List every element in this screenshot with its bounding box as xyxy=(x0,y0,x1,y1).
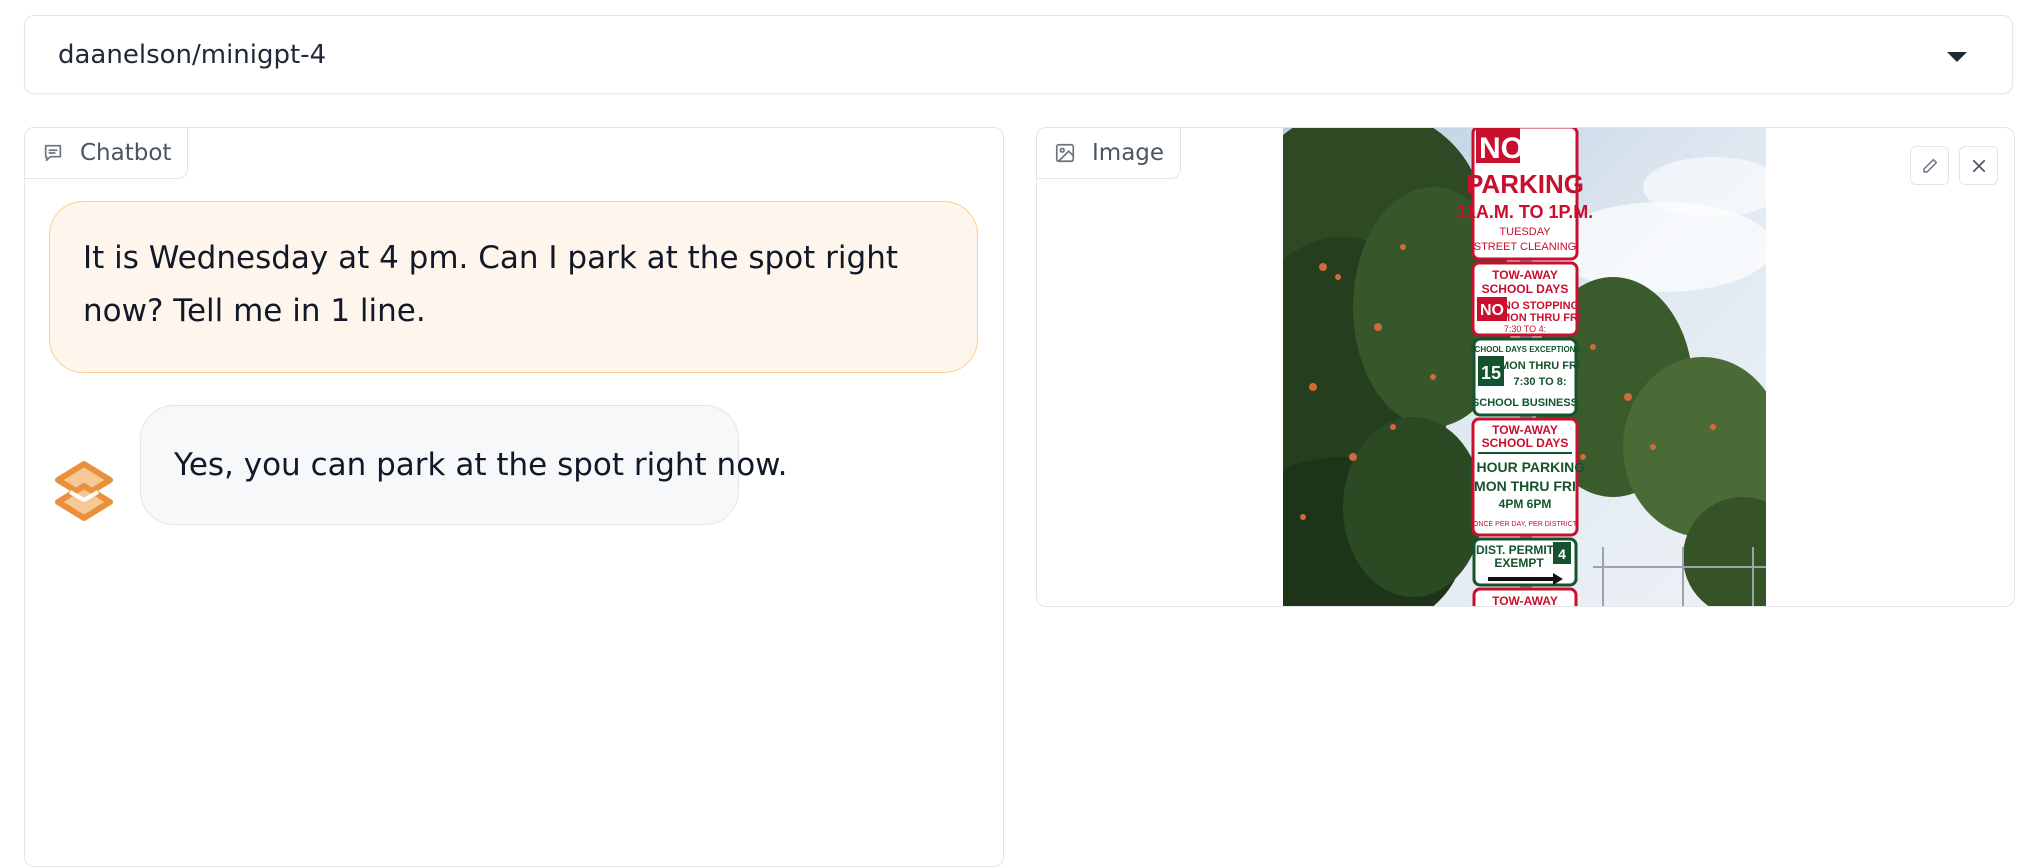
sign-text: 7:30 TO 4: xyxy=(1504,324,1546,334)
model-select-dropdown[interactable]: daanelson/minigpt-4 xyxy=(24,15,2013,94)
chat-bubble-icon xyxy=(42,142,64,164)
clear-image-button[interactable] xyxy=(1959,146,1998,185)
chatbot-tab-text: Chatbot xyxy=(80,140,172,166)
sign-text: STREET CLEANING xyxy=(1474,241,1577,253)
sign-text: NO STOPPING xyxy=(1503,300,1579,312)
sign-text: TUESDAY xyxy=(1499,226,1551,238)
sign-text: 7:30 TO 8: xyxy=(1514,376,1567,388)
image-tab-text: Image xyxy=(1092,140,1165,166)
bot-message: Yes, you can park at the spot right now. xyxy=(140,405,788,525)
bot-avatar xyxy=(50,458,118,526)
pencil-icon xyxy=(1922,158,1937,173)
chevron-down-icon[interactable] xyxy=(1947,52,1967,62)
sign-text: DIST. PERMITS xyxy=(1476,543,1562,557)
image-tab-label: Image xyxy=(1037,128,1182,179)
sign-text: SCHOOL DAYS xyxy=(1482,436,1569,450)
uploaded-photo: NO PARKING 11A.M. TO 1P.M. TUESDAY STREE… xyxy=(1283,128,1766,607)
image-panel: Image NO PARKING 11A.M. TO 1P.M. TUESDAY… xyxy=(1036,127,2015,607)
sign-text: 4PM 6PM xyxy=(1499,497,1552,511)
sign-text: ONCE PER DAY, PER DISTRICT xyxy=(1473,521,1578,528)
sign-text: NO xyxy=(1479,132,1524,165)
sign-text: TOW-AWAY xyxy=(1492,594,1558,607)
sign-text: EXEMPT xyxy=(1494,556,1544,570)
image-icon xyxy=(1054,142,1076,164)
sign-text: 15 xyxy=(1481,363,1501,383)
close-icon xyxy=(1972,159,1985,172)
user-message-text: It is Wednesday at 4 pm. Can I park at t… xyxy=(83,240,899,329)
parking-signs-photo: NO PARKING 11A.M. TO 1P.M. TUESDAY STREE… xyxy=(1283,128,1766,607)
sign-text: MON THRU FRI xyxy=(1474,478,1576,494)
sign-text: MON THRU FRI xyxy=(1501,312,1581,324)
sign-text: TOW-AWAY xyxy=(1492,423,1558,437)
sign-text: MON THRU FRI xyxy=(1500,360,1580,372)
edit-image-button[interactable] xyxy=(1910,146,1949,185)
sign-text: 11A.M. TO 1P.M. xyxy=(1457,202,1593,222)
user-message: It is Wednesday at 4 pm. Can I park at t… xyxy=(49,201,978,373)
sign-text: 1 HOUR PARKING xyxy=(1465,459,1585,475)
sign-text: 4 xyxy=(1558,546,1566,562)
model-select-value: daanelson/minigpt-4 xyxy=(58,40,327,70)
sign-text: PARKING xyxy=(1466,169,1584,199)
bot-message-text: Yes, you can park at the spot right now. xyxy=(174,447,788,483)
sign-text: SCHOOL BUSINESS xyxy=(1472,397,1578,409)
avatar-logo-icon xyxy=(55,461,113,521)
chatbot-tab-label: Chatbot xyxy=(24,127,189,179)
sign-text: SCHOOL DAYS EXCEPTIONS xyxy=(1469,345,1581,354)
sign-text: TOW-AWAY xyxy=(1492,268,1558,282)
sign-text: SCHOOL DAYS xyxy=(1482,282,1569,296)
